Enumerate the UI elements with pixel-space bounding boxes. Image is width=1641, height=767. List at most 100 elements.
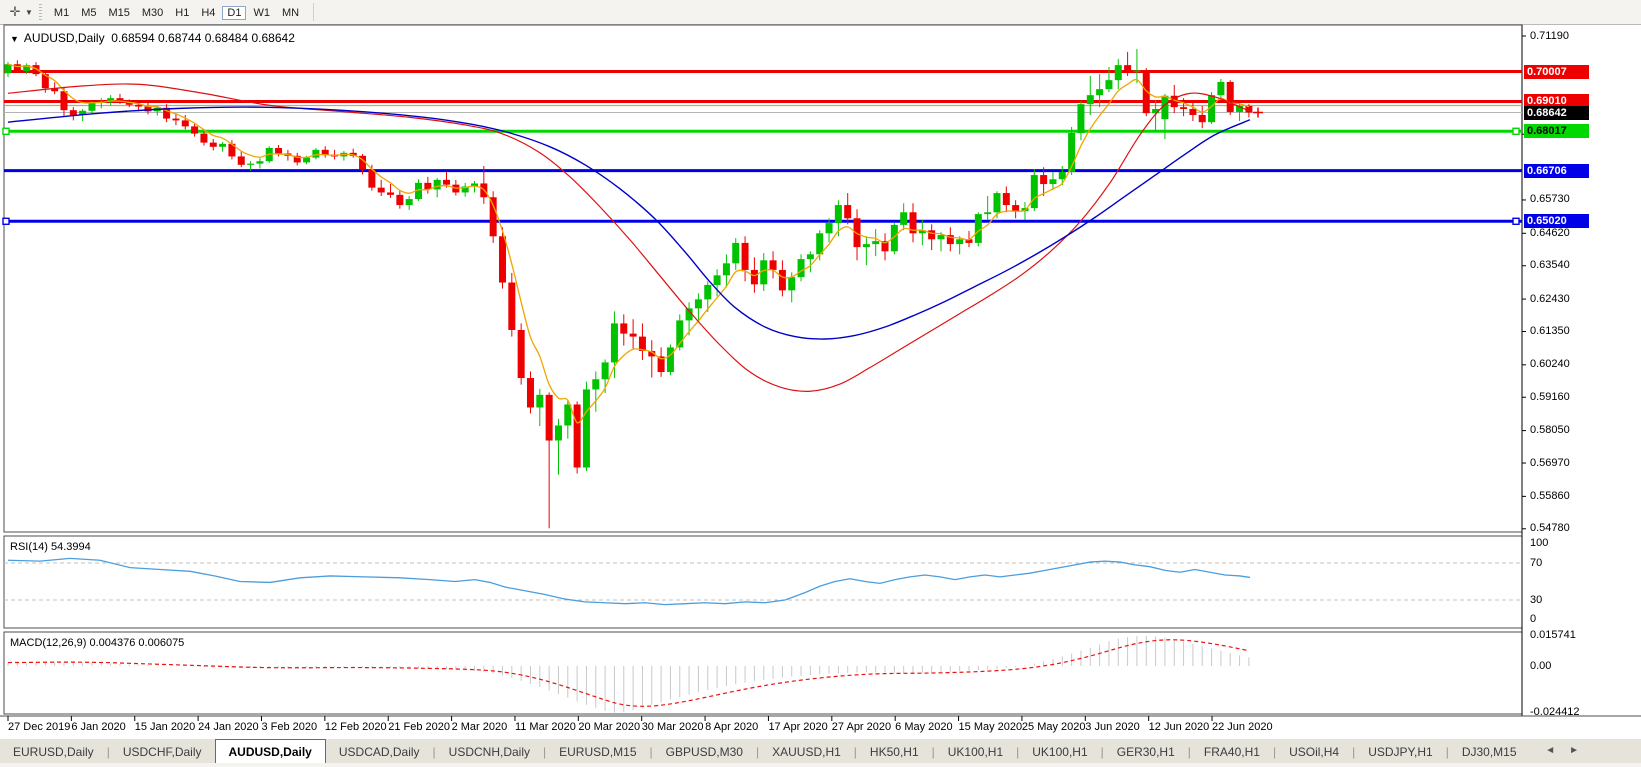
timeframe-toolbar: ✛ ▼ M1M5M15M30H1H4D1W1MN — [0, 0, 1641, 25]
macd-histogram — [8, 636, 1249, 713]
pane-border — [4, 536, 1522, 628]
rsi-axis-label: 70 — [1530, 557, 1542, 569]
tab-scroll-left-icon[interactable]: ◄ — [1545, 745, 1569, 756]
status-strip — [0, 763, 1641, 767]
date-label: 3 Feb 2020 — [261, 721, 317, 733]
macd-axis-label: 0.015741 — [1530, 629, 1576, 641]
chart-tab-fra40-h1[interactable]: FRA40,H1 — [1191, 739, 1273, 764]
timeframe-button-h1[interactable]: H1 — [170, 6, 194, 20]
price-tick-label: 0.55860 — [1530, 490, 1570, 502]
chart-tab-usdcad-daily[interactable]: USDCAD,Daily — [326, 739, 433, 764]
chart-tab-eurusd-daily[interactable]: EURUSD,Daily — [0, 739, 107, 764]
chart-tab-bar: EURUSD,Daily|USDCHF,DailyAUDUSD,DailyUSD… — [0, 738, 1641, 764]
rsi-indicator-label: RSI(14) 54.3994 — [10, 541, 91, 553]
macd-signal-line — [8, 640, 1249, 707]
rsi-axis-label: 100 — [1530, 537, 1548, 549]
line-handle — [1513, 128, 1519, 134]
date-label: 2 Mar 2020 — [452, 721, 508, 733]
date-label: 12 Jun 2020 — [1149, 721, 1210, 733]
macd-values: 0.004376 0.006075 — [89, 637, 184, 649]
tab-scroll-right-icon[interactable]: ► — [1569, 745, 1593, 756]
price-badge: 0.70007 — [1524, 65, 1589, 79]
ma-medium-line — [8, 84, 1250, 391]
candlestick-series — [5, 49, 1253, 528]
bid-cross-marker — [1253, 108, 1263, 118]
macd-axis-label: 0.00 — [1530, 660, 1551, 672]
chart-tab-usdchf-daily[interactable]: USDCHF,Daily — [110, 739, 215, 764]
chart-tab-ger30-h1[interactable]: GER30,H1 — [1104, 739, 1188, 764]
rsi-axis-label: 0 — [1530, 613, 1536, 625]
date-label: 11 Mar 2020 — [515, 721, 576, 733]
date-label: 22 Jun 2020 — [1212, 721, 1273, 733]
timeframe-button-mn[interactable]: MN — [277, 6, 304, 20]
date-label: 6 May 2020 — [895, 721, 952, 733]
price-tick-label: 0.71190 — [1530, 30, 1569, 42]
timeframe-button-d1[interactable]: D1 — [222, 6, 246, 20]
timeframe-button-m1[interactable]: M1 — [49, 6, 74, 20]
macd-indicator-label: MACD(12,26,9) 0.004376 0.006075 — [10, 637, 184, 649]
chart-tab-dj30-m15[interactable]: DJ30,M15 — [1449, 739, 1530, 764]
pane-border — [4, 632, 1522, 714]
price-badge: 0.65020 — [1524, 214, 1589, 228]
price-tick-label: 0.59160 — [1530, 391, 1570, 403]
chart-graphics — [0, 0, 1641, 767]
price-tick-label: 0.62430 — [1530, 293, 1570, 305]
price-badge: 0.66706 — [1524, 164, 1589, 178]
date-label: 21 Feb 2020 — [388, 721, 450, 733]
timeframe-button-h4[interactable]: H4 — [196, 6, 220, 20]
chart-tab-audusd-daily[interactable]: AUDUSD,Daily — [215, 739, 326, 764]
trading-terminal-window: ✛ ▼ M1M5M15M30H1H4D1W1MN ▼ AUDUSD,Daily 0… — [0, 0, 1641, 767]
chart-tab-xauusd-h1[interactable]: XAUUSD,H1 — [759, 739, 854, 764]
timeframe-button-m15[interactable]: M15 — [103, 6, 134, 20]
date-label: 17 Apr 2020 — [768, 721, 827, 733]
symbol-name: AUDUSD,Daily — [24, 31, 105, 45]
chart-tab-uk100-h1[interactable]: UK100,H1 — [935, 739, 1016, 764]
timeframe-button-m5[interactable]: M5 — [76, 6, 101, 20]
chart-tab-hk50-h1[interactable]: HK50,H1 — [857, 739, 932, 764]
chart-tab-usdcnh-daily[interactable]: USDCNH,Daily — [436, 739, 543, 764]
pane-border — [4, 25, 1522, 532]
cursor-tool-icon[interactable]: ✛ — [6, 3, 24, 21]
price-tick-label: 0.64620 — [1530, 227, 1570, 239]
price-badge: 0.68017 — [1524, 124, 1589, 138]
ohlc-low: 0.68484 — [205, 31, 248, 45]
date-label: 27 Dec 2019 — [8, 721, 70, 733]
chart-tab-gbpusd-m30[interactable]: GBPUSD,M30 — [653, 739, 756, 764]
ohlc-open: 0.68594 — [111, 31, 154, 45]
date-label: 15 Jan 2020 — [135, 721, 196, 733]
line-handle — [3, 128, 9, 134]
date-label: 8 Apr 2020 — [705, 721, 758, 733]
chart-tab-uk100-h1[interactable]: UK100,H1 — [1019, 739, 1100, 764]
price-badge: 0.68642 — [1524, 106, 1589, 120]
ma-fast-line — [8, 64, 1249, 423]
toolbar-divider — [313, 3, 314, 21]
line-handle — [1513, 218, 1519, 224]
rsi-line — [8, 558, 1250, 604]
price-tick-label: 0.54780 — [1530, 522, 1570, 534]
price-tick-label: 0.61350 — [1530, 325, 1570, 337]
date-label: 12 Feb 2020 — [325, 721, 387, 733]
chart-tab-eurusd-m15[interactable]: EURUSD,M15 — [546, 739, 649, 764]
ohlc-close: 0.68642 — [251, 31, 294, 45]
chart-tab-usdjpy-h1[interactable]: USDJPY,H1 — [1355, 739, 1445, 764]
price-tick-label: 0.56970 — [1530, 457, 1570, 469]
timeframe-button-m30[interactable]: M30 — [137, 6, 168, 20]
chevron-down-icon[interactable]: ▼ — [25, 8, 33, 17]
date-label: 3 Jun 2020 — [1085, 721, 1139, 733]
rsi-axis-label: 30 — [1530, 594, 1542, 606]
date-label: 30 Mar 2020 — [642, 721, 704, 733]
date-label: 20 Mar 2020 — [578, 721, 640, 733]
ma-slow-line — [8, 107, 1250, 339]
timeframe-button-w1[interactable]: W1 — [248, 6, 275, 20]
line-handle — [3, 218, 9, 224]
price-tick-label: 0.60240 — [1530, 358, 1570, 370]
symbol-dropdown-icon[interactable]: ▼ — [10, 34, 19, 44]
timeframe-buttons: M1M5M15M30H1H4D1W1MN — [48, 3, 305, 22]
chart-title: ▼AUDUSD,Daily 0.68594 0.68744 0.68484 0.… — [10, 31, 295, 45]
toolbar-grip-handle[interactable] — [39, 4, 42, 20]
chart-tab-usoil-h4[interactable]: USOil,H4 — [1276, 739, 1352, 764]
date-label: 25 May 2020 — [1022, 721, 1086, 733]
macd-axis-label: -0.024412 — [1530, 706, 1580, 718]
date-label: 6 Jan 2020 — [71, 721, 125, 733]
price-tick-label: 0.58050 — [1530, 424, 1570, 436]
